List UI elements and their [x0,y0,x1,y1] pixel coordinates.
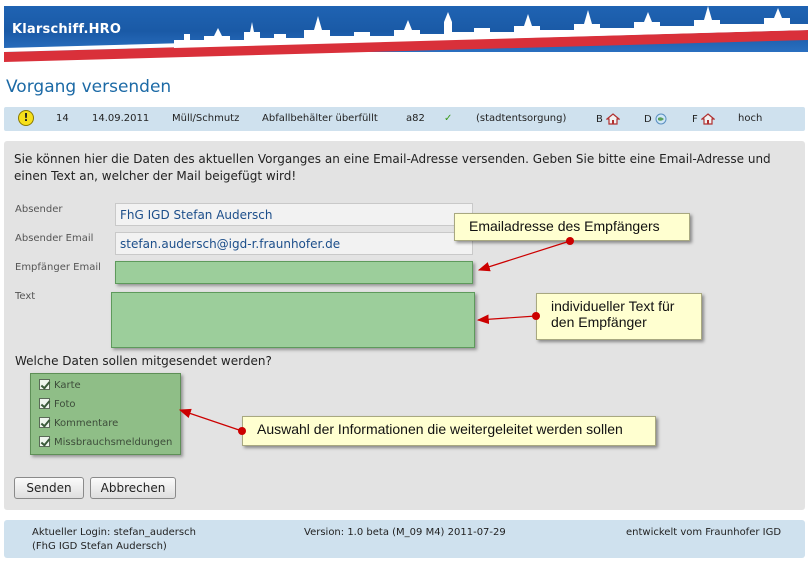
f-indicator: F [692,113,715,125]
options-question: Welche Daten sollen mitgesendet werden? [15,354,272,368]
version-info: Version: 1.0 beta (M_09 M4) 2011-07-29 [304,527,506,538]
login-info: Aktueller Login: stefan_audersch [32,527,196,538]
callout-recipient: Emailadresse des Empfängers [454,213,690,241]
recipient-email-label: Empfänger Email [15,262,101,273]
case-subcategory: Abfallbehälter überfüllt [262,113,378,124]
case-category: Müll/Schmutz [172,113,240,124]
house-icon [700,113,715,125]
header-banner: Klarschiff.HRO [4,0,808,66]
callout-text-line1: individueller Text für [551,298,675,314]
globe-icon [655,113,667,125]
case-info-bar: ! 14 14.09.2011 Müll/Schmutz Abfallbehäl… [4,107,805,131]
skyline-graphic [4,0,808,62]
sender-email-field: stefan.audersch@igd-r.fraunhofer.de [115,232,473,255]
option-map[interactable]: Karte [39,379,81,395]
callout-text-line2: den Empfänger [551,314,647,330]
sender-email-label: Absender Email [15,233,94,244]
case-priority: hoch [738,113,763,124]
f-label: F [692,114,698,125]
callout-text: individueller Text für den Empfänger [536,293,702,340]
option-label: Missbrauchsmeldungen [54,437,173,448]
recipient-email-input[interactable] [115,261,473,284]
option-comments[interactable]: Kommentare [39,417,118,433]
checkbox-checked-icon[interactable] [39,398,50,409]
developer-info: entwickelt vom Fraunhofer IGD [626,527,782,538]
login-name: (FhG IGD Stefan Audersch) [32,541,167,552]
case-date: 14.09.2011 [92,113,150,124]
message-textarea[interactable] [111,292,475,348]
sender-label: Absender [15,204,63,215]
callout-options: Auswahl der Informationen die weitergele… [242,416,656,446]
option-photo[interactable]: Foto [39,398,76,414]
checkbox-checked-icon[interactable] [39,417,50,428]
option-label: Karte [54,380,81,391]
text-label: Text [15,291,36,302]
case-id: 14 [56,113,69,124]
cancel-button[interactable]: Abbrechen [90,477,176,499]
sender-field: FhG IGD Stefan Audersch [115,203,473,226]
intro-text: Sie können hier die Daten des aktuellen … [14,152,771,183]
send-button[interactable]: Senden [14,477,84,499]
b-indicator: B [596,113,621,125]
check-icon: ✓ [444,113,453,124]
footer: Aktueller Login: stefan_audersch (FhG IG… [4,520,805,558]
checkbox-checked-icon[interactable] [39,436,50,447]
case-department: (stadtentsorgung) [476,113,567,124]
options-group: Karte Foto Kommentare Missbrauchsmeldung… [30,373,181,455]
option-abuse-reports[interactable]: Missbrauchsmeldungen [39,436,172,452]
d-indicator: D [644,113,667,125]
case-code: a82 [406,113,425,124]
warning-icon: ! [18,110,34,126]
d-label: D [644,114,652,125]
option-label: Foto [54,399,76,410]
b-label: B [596,114,603,125]
page-title: Vorgang versenden [6,77,172,97]
house-icon [606,113,621,125]
option-label: Kommentare [54,418,119,429]
brand-logo-text[interactable]: Klarschiff.HRO [12,22,121,37]
checkbox-checked-icon[interactable] [39,379,50,390]
